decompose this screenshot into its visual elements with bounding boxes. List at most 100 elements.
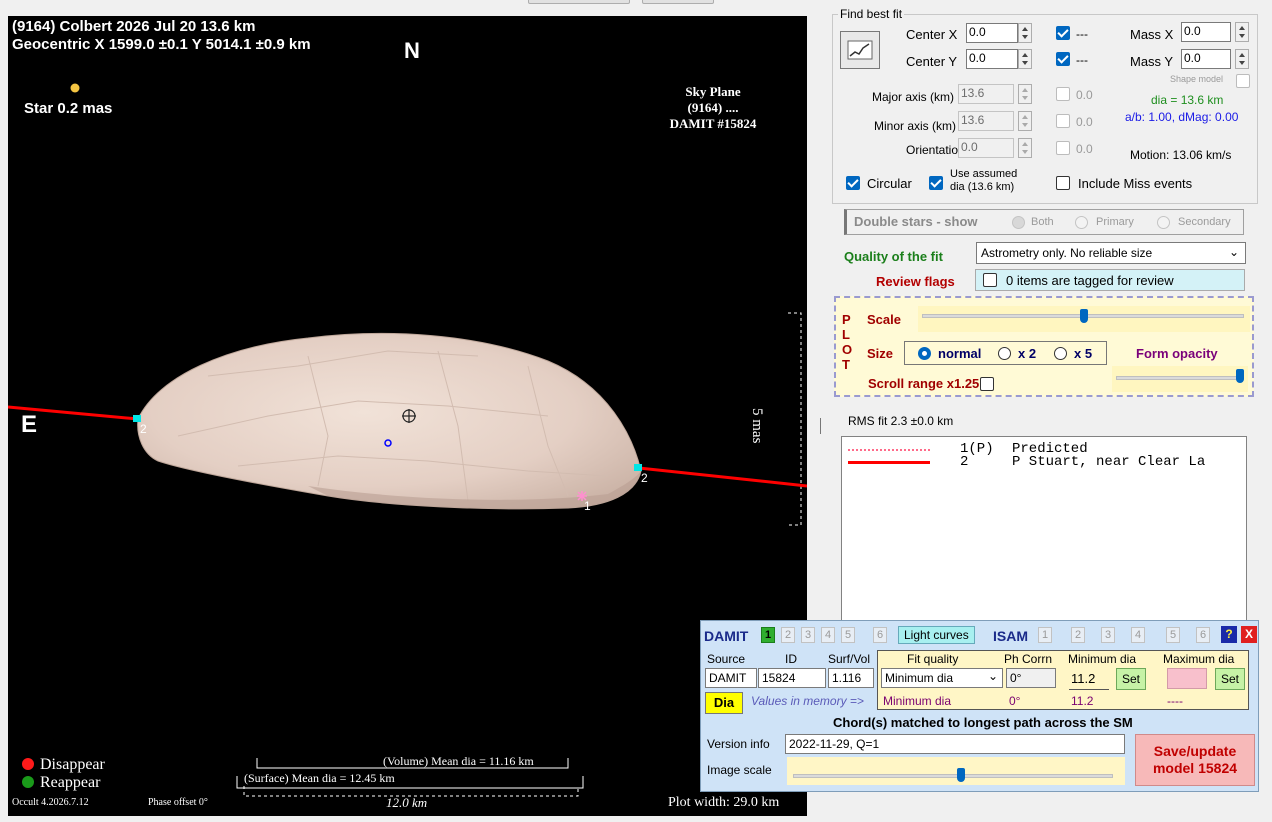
major-axis-input[interactable]: 13.6 <box>958 84 1014 104</box>
plot-letter-o: O <box>842 342 853 357</box>
orientation-label: Orientation <box>906 143 965 157</box>
scroll-range-checkbox[interactable] <box>980 377 994 391</box>
fit-quality-value: Minimum dia <box>885 671 954 685</box>
mass-x-spinner[interactable] <box>1235 22 1249 42</box>
shape-model-label: Shape model <box>1170 74 1224 84</box>
damit-tab-5[interactable]: 5 <box>841 627 855 643</box>
splitter[interactable] <box>820 418 821 434</box>
center-y-checkbox[interactable] <box>1056 52 1070 66</box>
mass-x-input[interactable]: 0.0 <box>1181 22 1231 42</box>
id-field[interactable]: 15824 <box>758 668 826 688</box>
set-max-button[interactable]: Set <box>1215 668 1245 690</box>
secondary-radio[interactable] <box>1157 216 1170 229</box>
major-axis-checkbox[interactable] <box>1056 87 1070 101</box>
isam-tab-5[interactable]: 5 <box>1166 627 1180 643</box>
isam-tab-4[interactable]: 4 <box>1131 627 1145 643</box>
damit-tab-2[interactable]: 2 <box>781 627 795 643</box>
min-dia-field[interactable]: 11.2 <box>1069 668 1109 690</box>
orientation-checkbox[interactable] <box>1056 141 1070 155</box>
plot-vertical-label: P L O T <box>842 312 852 372</box>
source-field[interactable]: DAMIT <box>705 668 757 688</box>
center-x-checkbox[interactable] <box>1056 26 1070 40</box>
quality-dropdown[interactable]: Astrometry only. No reliable size ⌄ <box>976 242 1246 264</box>
mass-y-input[interactable]: 0.0 <box>1181 49 1231 69</box>
damit-title: DAMIT <box>704 628 749 644</box>
close-icon[interactable]: X <box>1241 626 1257 643</box>
center-y-input[interactable]: 0.0 <box>966 49 1018 69</box>
top-button-right[interactable] <box>642 0 714 4</box>
surf-vol-field[interactable]: 1.116 <box>828 668 874 688</box>
size-x5-radio[interactable] <box>1054 347 1067 360</box>
scale-bracket <box>788 312 802 526</box>
max-dia-field[interactable] <box>1167 668 1207 689</box>
legend-disappear: Disappear <box>40 756 105 773</box>
light-curves-button[interactable]: Light curves <box>898 626 975 644</box>
damit-tab-1[interactable]: 1 <box>761 627 775 643</box>
fit-button[interactable] <box>840 31 880 69</box>
minor-axis-spinner[interactable] <box>1018 111 1032 131</box>
isam-tab-3[interactable]: 3 <box>1101 627 1115 643</box>
form-opacity-slider-thumb[interactable] <box>1236 369 1244 383</box>
size-normal-radio[interactable] <box>918 347 931 360</box>
orientation-spinner[interactable] <box>1018 138 1032 158</box>
review-flags-label: Review flags <box>876 274 955 289</box>
form-opacity-slider[interactable] <box>1112 366 1248 392</box>
review-flags-checkbox[interactable] <box>983 273 997 287</box>
isam-tab-2[interactable]: 2 <box>1071 627 1085 643</box>
max-dia-header: Maximum dia <box>1163 652 1235 666</box>
orientation-input[interactable]: 0.0 <box>958 138 1014 158</box>
star-label: Star 0.2 mas <box>24 100 113 117</box>
image-scale-slider[interactable] <box>787 757 1125 785</box>
mass-y-spinner[interactable] <box>1235 49 1249 69</box>
save-update-model-button[interactable]: Save/update model 15824 <box>1135 734 1255 786</box>
sky-plane-asteroid: (9164) .... <box>687 100 739 115</box>
size-x2-radio[interactable] <box>998 347 1011 360</box>
ab-dmag-value: a/b: 1.00, dMag: 0.00 <box>1125 110 1239 124</box>
isam-tab-1[interactable]: 1 <box>1038 627 1052 643</box>
scale-slider-thumb[interactable] <box>1080 309 1088 323</box>
chord-2-swatch <box>848 461 930 464</box>
scale-slider[interactable] <box>918 306 1250 332</box>
help-icon[interactable]: ? <box>1221 626 1237 643</box>
damit-tab-3[interactable]: 3 <box>801 627 815 643</box>
assumed-dia-label: Use assumed dia (13.6 km) <box>950 168 1018 193</box>
chord-list[interactable]: 1(P) Predicted 2 P Stuart, near Clear La <box>841 436 1247 626</box>
fit-quality-dropdown[interactable]: Minimum dia ⌄ <box>881 668 1003 688</box>
damit-tab-4[interactable]: 4 <box>821 627 835 643</box>
minor-axis-checkbox[interactable] <box>1056 114 1070 128</box>
major-axis-spinner[interactable] <box>1018 84 1032 104</box>
memory-fit-quality: Minimum dia <box>883 694 952 708</box>
set-min-button[interactable]: Set <box>1116 668 1146 690</box>
damit-tab-6[interactable]: 6 <box>873 627 887 643</box>
asteroid-shape <box>137 332 642 510</box>
dia-value: dia = 13.6 km <box>1151 93 1224 107</box>
rms-fit: RMS fit 2.3 ±0.0 km <box>848 414 954 428</box>
center-x-spinner[interactable] <box>1018 23 1032 43</box>
circular-checkbox[interactable] <box>846 176 860 190</box>
size-x5-label: x 5 <box>1074 346 1093 361</box>
center-x-input[interactable]: 0.0 <box>966 23 1018 43</box>
primary-radio[interactable] <box>1075 216 1088 229</box>
primary-label: Primary <box>1096 216 1134 228</box>
find-best-fit-title: Find best fit <box>838 7 905 21</box>
center-x-label: Center X <box>906 27 958 42</box>
memory-max-dia: ---- <box>1167 694 1183 708</box>
chord-2-text: P Stuart, near Clear La <box>1012 454 1206 470</box>
minor-axis-input[interactable]: 13.6 <box>958 111 1014 131</box>
memory-min-dia: 11.2 <box>1071 694 1094 708</box>
chord-label-left: 2 <box>140 422 147 436</box>
assumed-dia-checkbox[interactable] <box>929 176 943 190</box>
isam-tab-6[interactable]: 6 <box>1196 627 1210 643</box>
version-info-field[interactable]: 2022-11-29, Q=1 <box>785 734 1125 754</box>
shape-model-checkbox[interactable] <box>1236 74 1250 88</box>
include-miss-checkbox[interactable] <box>1056 176 1070 190</box>
chord-line-right <box>638 466 807 488</box>
center-y-spinner[interactable] <box>1018 49 1032 69</box>
sky-plane-title: Sky Plane <box>685 84 741 99</box>
top-button-left[interactable] <box>528 0 630 4</box>
both-radio[interactable] <box>1012 216 1025 229</box>
ph-corrn-field[interactable]: 0° <box>1006 668 1056 688</box>
image-scale-slider-thumb[interactable] <box>957 768 965 782</box>
size-normal-label: normal <box>938 346 982 361</box>
dia-button[interactable]: Dia <box>705 692 743 714</box>
